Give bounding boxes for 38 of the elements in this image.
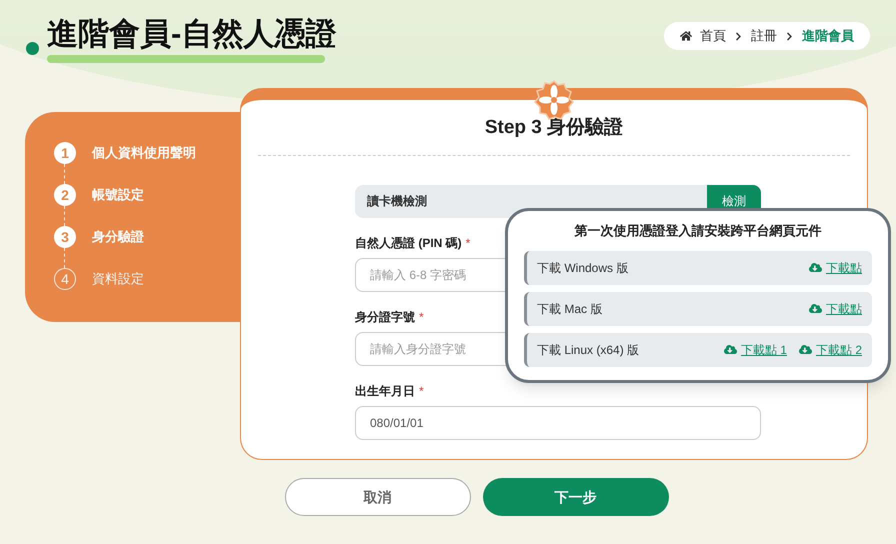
home-icon (680, 30, 692, 42)
download-link[interactable]: 下載點 2 (798, 340, 862, 358)
card-reader-label: 讀卡機檢測 (367, 193, 427, 210)
download-link[interactable]: 下載點 (809, 258, 862, 276)
cloud-download-icon (809, 302, 822, 315)
next-button[interactable]: 下一步 (482, 478, 668, 516)
field-label: 出生年月日 (355, 382, 415, 400)
cloud-download-icon (809, 261, 822, 274)
required-mark: * (419, 308, 424, 326)
popup-title: 第一次使用憑證登入請安裝跨平台網頁元件 (574, 222, 822, 240)
step-number: 1 (54, 142, 76, 164)
step-number: 4 (54, 268, 76, 290)
cancel-button[interactable]: 取消 (284, 478, 470, 516)
download-link[interactable]: 下載點 (809, 300, 862, 318)
step-label: 帳號設定 (92, 186, 144, 204)
breadcrumb-link[interactable]: 註冊 (751, 26, 777, 46)
page-title: 進階會員-自然人憑證 (47, 15, 336, 53)
chevron-right-icon (785, 32, 794, 40)
step-number: 2 (54, 184, 76, 206)
download-label: 下載 Mac 版 (537, 300, 602, 318)
chevron-right-icon (734, 32, 743, 40)
step-number: 3 (54, 226, 76, 248)
breadcrumb-link[interactable]: 首頁 (700, 26, 726, 46)
input-field[interactable]: 080/01/01 (355, 406, 761, 440)
download-label: 下載 Linux (x64) 版 (537, 342, 640, 358)
step-label: 資料設定 (92, 270, 144, 288)
step-label: 身分驗證 (92, 228, 144, 246)
form-title: Step 3 身份驗證 (484, 116, 624, 140)
breadcrumb-link[interactable]: 進階會員 (802, 26, 854, 46)
field-label: 身分證字號 (355, 308, 415, 326)
step-label: 個人資料使用聲明 (92, 144, 196, 162)
required-mark: * (419, 382, 424, 400)
cloud-download-icon (724, 343, 737, 356)
cloud-download-icon (798, 343, 812, 356)
download-label: 下載 Windows 版 (537, 260, 628, 276)
required-mark: * (466, 234, 470, 252)
download-link[interactable]: 下載點 1 (724, 340, 787, 358)
field-label: 自然人憑證 (PIN 碼) (355, 234, 462, 252)
